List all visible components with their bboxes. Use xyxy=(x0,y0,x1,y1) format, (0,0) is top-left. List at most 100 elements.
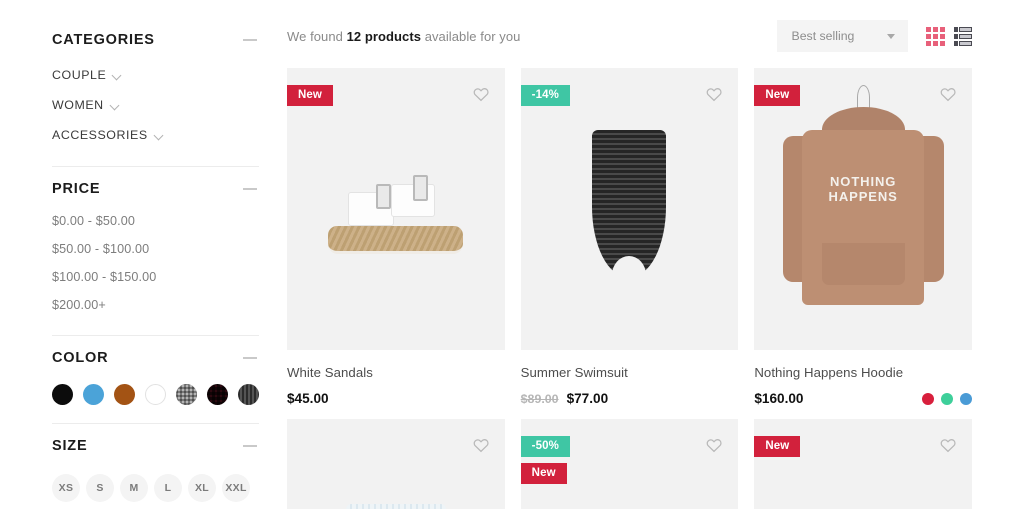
product-card[interactable] xyxy=(287,419,505,509)
wishlist-heart-icon[interactable] xyxy=(939,436,957,454)
grid-view-icon[interactable] xyxy=(925,26,945,46)
color-swatch-dark-gray[interactable] xyxy=(238,384,259,405)
badge-discount: -50% xyxy=(520,436,570,457)
size-option-xs[interactable]: XS xyxy=(52,474,80,502)
category-list: COUPLE WOMEN ACCESSORIES xyxy=(52,52,259,150)
size-option-m[interactable]: M xyxy=(120,474,148,502)
product-color-dot[interactable] xyxy=(960,392,972,405)
product-price: $77.00 xyxy=(566,391,609,406)
filter-categories-title: CATEGORIES xyxy=(52,32,155,48)
price-range-option[interactable]: $100.00 - $150.00 xyxy=(52,263,259,291)
hoodie-graphic-text: NOTHING HAPPENS xyxy=(754,175,972,204)
price-range-option[interactable]: $200.00+ xyxy=(52,291,259,319)
filter-size-title: SIZE xyxy=(52,438,88,454)
price-range-option[interactable]: $0.00 - $50.00 xyxy=(52,207,259,235)
sort-selected-label: Best selling xyxy=(791,29,855,43)
product-badges: New xyxy=(754,436,801,457)
product-color-dot[interactable] xyxy=(941,392,953,405)
product-prices: $89.00 $77.00 xyxy=(521,391,608,406)
size-option-l[interactable]: L xyxy=(154,474,182,502)
wishlist-heart-icon[interactable] xyxy=(472,436,490,454)
product-image[interactable]: -50% New xyxy=(520,419,739,509)
sidebar-item-women[interactable]: WOMEN xyxy=(52,90,259,120)
sidebar-item-couple[interactable]: COUPLE xyxy=(52,60,259,90)
chevron-down-icon[interactable] xyxy=(111,101,120,110)
product-info: Nothing Happens Hoodie $160.00 xyxy=(754,350,972,406)
filter-color: COLOR xyxy=(52,336,259,424)
category-label: COUPLE xyxy=(52,68,107,82)
toolbar-controls: Best selling xyxy=(776,20,972,52)
product-card[interactable]: -50% New xyxy=(520,419,739,509)
product-grid-area: We found 12 products available for you B… xyxy=(283,0,1024,509)
color-swatch-list xyxy=(52,370,259,407)
price-range-option[interactable]: $50.00 - $100.00 xyxy=(52,235,259,263)
badge-new: New xyxy=(754,436,801,457)
filter-color-title: COLOR xyxy=(52,350,109,366)
product-image[interactable]: New xyxy=(287,68,505,350)
minus-collapse-icon[interactable] xyxy=(243,35,257,45)
color-swatch-brown[interactable] xyxy=(114,384,135,405)
color-swatch-white[interactable] xyxy=(145,384,166,405)
filter-color-header[interactable]: COLOR xyxy=(52,336,259,370)
product-title[interactable]: White Sandals xyxy=(287,365,505,380)
badge-new: New xyxy=(520,463,567,484)
size-option-s[interactable]: S xyxy=(86,474,114,502)
size-option-xl[interactable]: XL xyxy=(188,474,216,502)
product-image[interactable]: -14% xyxy=(520,68,739,350)
badge-new: New xyxy=(754,85,801,106)
sort-dropdown[interactable]: Best selling xyxy=(776,20,908,52)
color-swatch-gray-check[interactable] xyxy=(176,384,197,405)
wishlist-heart-icon[interactable] xyxy=(705,85,723,103)
chevron-down-icon[interactable] xyxy=(113,71,122,80)
product-price-row: $160.00 xyxy=(754,391,972,406)
hoodie-graphic-line2: HAPPENS xyxy=(828,188,898,204)
filter-size-header[interactable]: SIZE xyxy=(52,424,259,458)
product-card[interactable]: New xyxy=(754,419,972,509)
color-swatch-blue[interactable] xyxy=(83,384,104,405)
filter-price-title: PRICE xyxy=(52,181,101,197)
badge-discount: -14% xyxy=(520,85,570,106)
product-artwork-swimsuit xyxy=(521,68,739,350)
product-badges: New xyxy=(754,85,801,106)
product-artwork-sandal xyxy=(287,68,505,350)
product-grid: New White Sandals $45.00 -14% Summer Swi… xyxy=(287,68,972,509)
product-card[interactable]: New White Sandals $45.00 xyxy=(287,68,505,406)
product-image[interactable] xyxy=(287,419,505,509)
category-label: WOMEN xyxy=(52,98,104,112)
wishlist-heart-icon[interactable] xyxy=(939,85,957,103)
size-option-xxl[interactable]: XXL xyxy=(222,474,250,502)
chevron-down-icon[interactable] xyxy=(155,131,164,140)
product-card[interactable]: NOTHING HAPPENS New Nothing Happens Hood… xyxy=(754,68,972,406)
product-card[interactable]: -14% Summer Swimsuit $89.00 $77.00 xyxy=(520,68,739,406)
category-label: ACCESSORIES xyxy=(52,128,148,142)
product-image[interactable]: NOTHING HAPPENS New xyxy=(754,68,972,350)
product-price: $160.00 xyxy=(754,391,804,406)
product-title[interactable]: Nothing Happens Hoodie xyxy=(754,365,972,380)
product-info: White Sandals $45.00 xyxy=(287,350,505,406)
wishlist-heart-icon[interactable] xyxy=(705,436,723,454)
product-info: Summer Swimsuit $89.00 $77.00 xyxy=(521,350,739,406)
product-title[interactable]: Summer Swimsuit xyxy=(521,365,739,380)
list-view-icon[interactable] xyxy=(953,26,972,46)
product-color-dot[interactable] xyxy=(922,392,934,405)
filter-size: SIZE XS S M L XL XXL xyxy=(52,424,259,509)
filter-categories-header[interactable]: CATEGORIES xyxy=(52,18,259,52)
results-toolbar: We found 12 products available for you B… xyxy=(287,18,972,54)
filter-price-header[interactable]: PRICE xyxy=(52,167,259,201)
minus-collapse-icon[interactable] xyxy=(243,184,257,194)
wishlist-heart-icon[interactable] xyxy=(472,85,490,103)
minus-collapse-icon[interactable] xyxy=(243,441,257,451)
minus-collapse-icon[interactable] xyxy=(243,353,257,363)
product-price-original: $89.00 xyxy=(520,392,559,406)
product-artwork-hoodie: NOTHING HAPPENS xyxy=(754,68,972,350)
product-badges: New xyxy=(287,85,333,106)
sidebar-item-accessories[interactable]: ACCESSORIES xyxy=(52,120,259,150)
product-image[interactable]: New xyxy=(754,419,972,509)
filter-price: PRICE $0.00 - $50.00 $50.00 - $100.00 $1… xyxy=(52,167,259,336)
color-swatch-dark-plaid[interactable] xyxy=(207,384,228,405)
color-swatch-black[interactable] xyxy=(52,384,73,405)
product-prices: $45.00 xyxy=(287,391,329,406)
view-mode-toggles xyxy=(925,26,972,46)
chevron-down-icon[interactable] xyxy=(886,33,895,39)
results-count-text: We found 12 products available for you xyxy=(287,29,520,44)
